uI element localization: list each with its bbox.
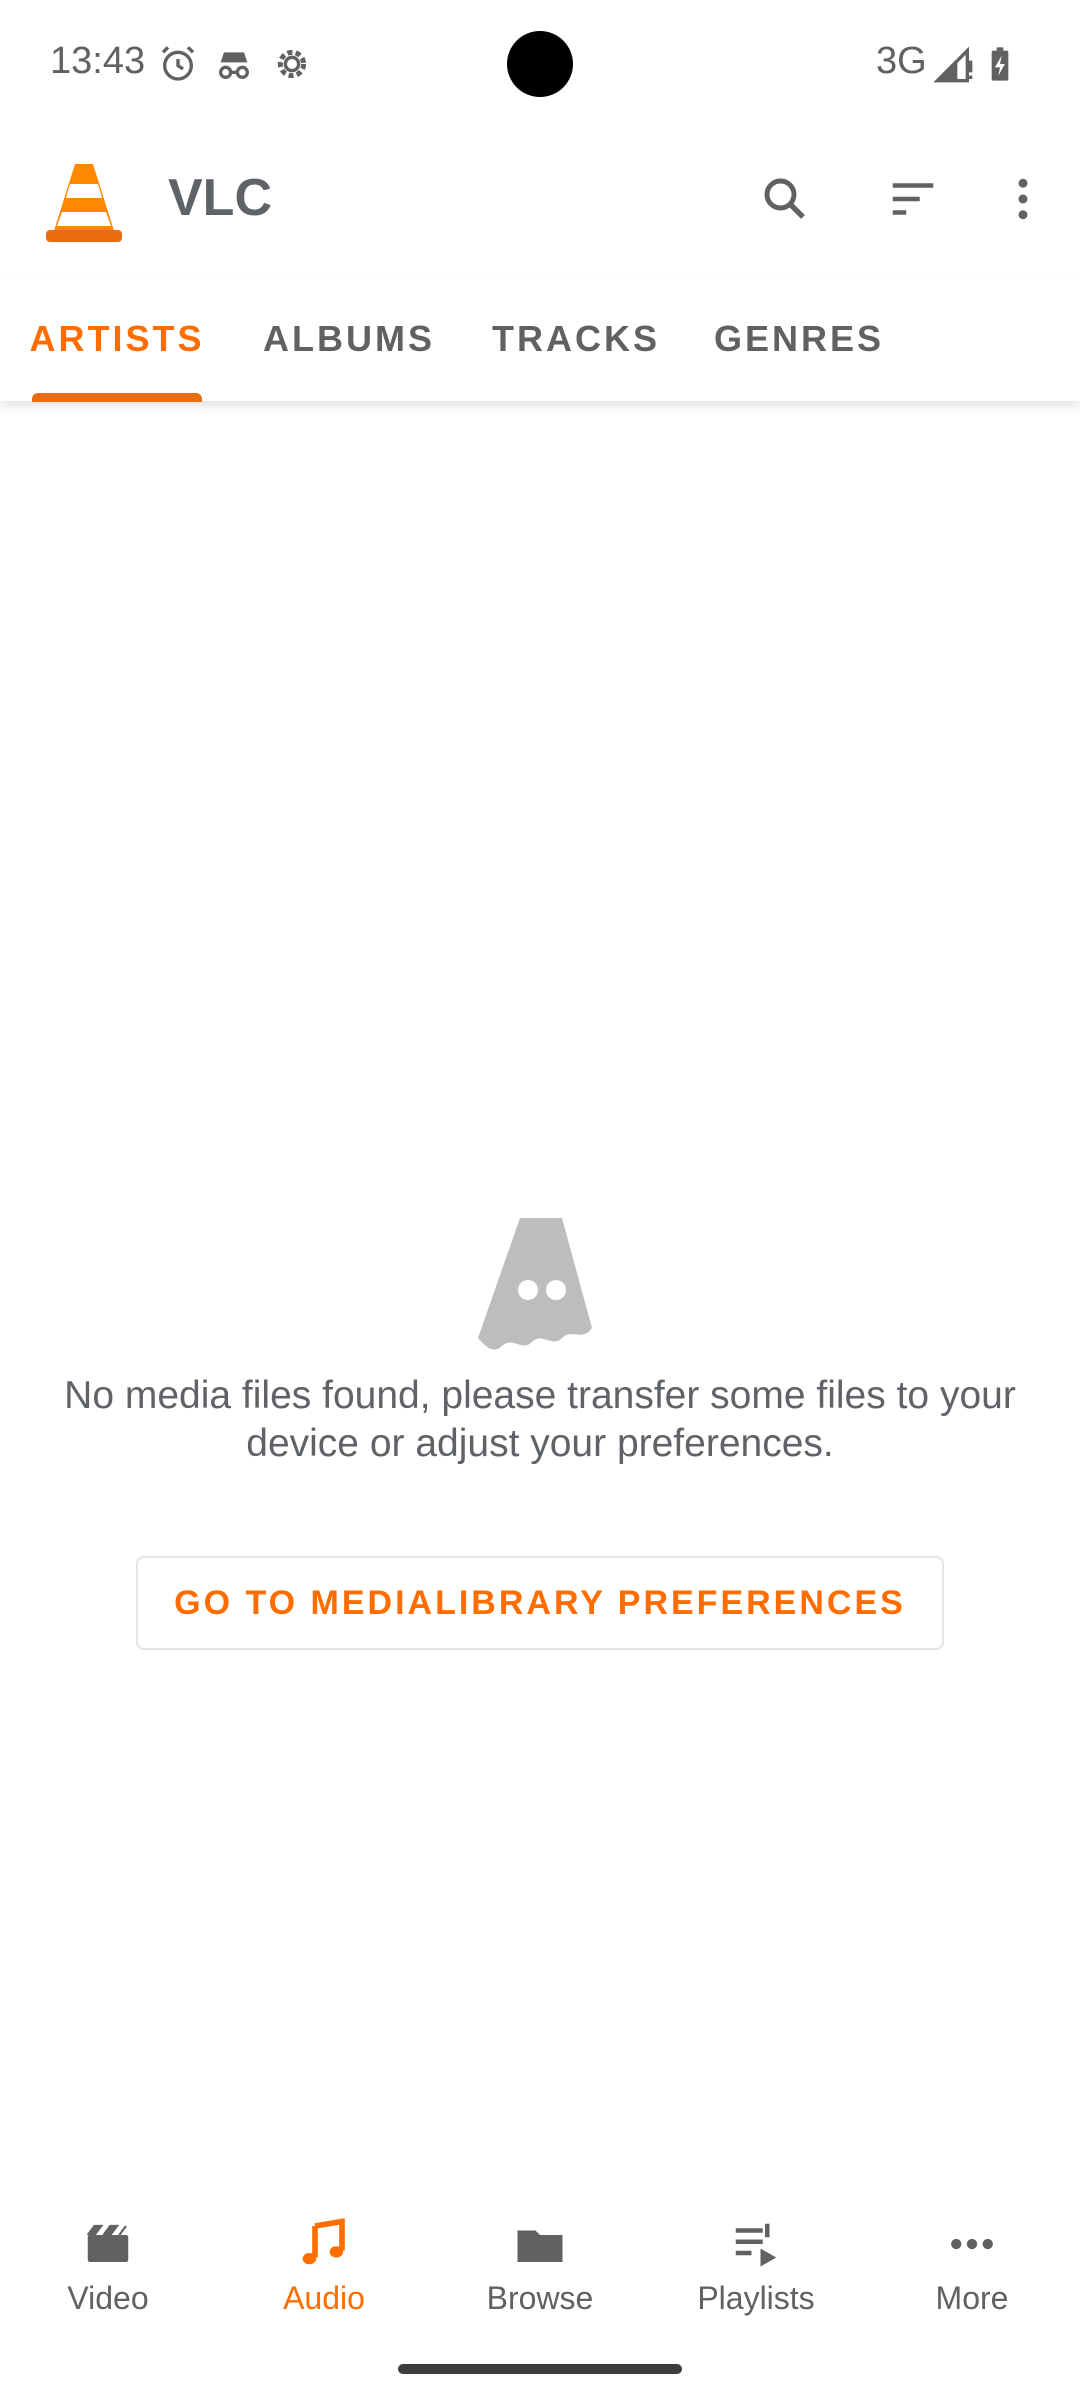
nav-label: Playlists	[697, 2280, 815, 2316]
nav-video[interactable]: Video	[0, 2190, 216, 2336]
more-vert-icon	[996, 172, 1050, 231]
incognito-icon	[214, 44, 254, 84]
tab-bar: ARTISTS ALBUMS TRACKS GENRES	[0, 276, 1080, 401]
nav-label: Video	[67, 2280, 149, 2316]
music-note-icon	[292, 2212, 356, 2276]
camera-cutout	[507, 31, 573, 97]
signal-icon	[933, 44, 974, 84]
nav-label: Browse	[486, 2280, 594, 2316]
nav-browse[interactable]: Browse	[432, 2190, 648, 2336]
network-type-label: 3G	[876, 40, 927, 82]
active-tab-indicator	[32, 393, 202, 402]
more-options-button[interactable]	[960, 138, 1080, 264]
sort-icon	[886, 172, 940, 231]
bottom-navigation: Video Audio Browse Playlists More	[0, 2190, 1080, 2336]
battery-charging-icon	[980, 44, 1020, 84]
tab-artists[interactable]: ARTISTS	[0, 276, 234, 401]
nav-playlists[interactable]: Playlists	[648, 2190, 864, 2336]
playlist-icon	[724, 2212, 788, 2276]
video-clapper-icon	[76, 2212, 140, 2276]
nav-label: Audio	[283, 2280, 365, 2316]
home-gesture-bar[interactable]	[398, 2364, 682, 2374]
tab-label: GENRES	[713, 317, 885, 359]
more-horiz-icon	[940, 2212, 1004, 2276]
empty-state-message: No media files found, please transfer so…	[64, 1374, 1016, 1465]
nav-audio[interactable]: Audio	[216, 2190, 432, 2336]
ghost-cone-icon	[470, 1208, 612, 1350]
tab-genres[interactable]: GENRES	[688, 276, 910, 401]
tab-label: ALBUMS	[263, 317, 435, 359]
tab-label: ARTISTS	[29, 317, 205, 359]
tab-albums[interactable]: ALBUMS	[234, 276, 464, 401]
folder-icon	[508, 2212, 572, 2276]
sort-button[interactable]	[850, 138, 976, 264]
settings-gear-icon	[272, 44, 312, 84]
alarm-icon	[158, 44, 198, 84]
medialibrary-preferences-button[interactable]: GO TO MEDIALIBRARY PREFERENCES	[136, 1556, 944, 1650]
nav-more[interactable]: More	[864, 2190, 1080, 2336]
status-bar: 13:43 3G	[0, 0, 1080, 128]
search-button[interactable]	[722, 138, 848, 264]
tab-label: TRACKS	[492, 317, 660, 359]
tab-tracks[interactable]: TRACKS	[464, 276, 688, 401]
app-title: VLC	[168, 169, 272, 227]
nav-label: More	[935, 2280, 1009, 2316]
status-time: 13:43	[50, 40, 146, 82]
vlc-logo-icon	[42, 158, 126, 246]
app-bar: VLC	[0, 128, 1080, 276]
search-icon	[758, 172, 812, 231]
